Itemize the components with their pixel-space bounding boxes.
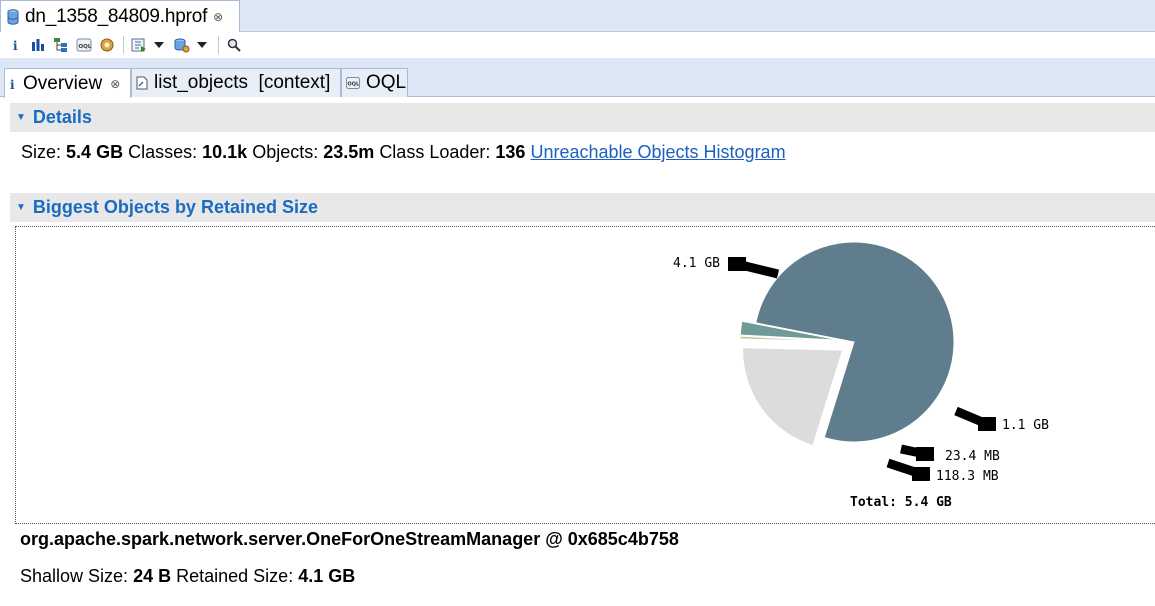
editor-tab-heap-dump[interactable]: dn_1358_84809.hprof ⊗	[0, 0, 240, 33]
close-icon[interactable]: ⊗	[110, 77, 120, 91]
selected-object-sizes: Shallow Size: 24 B Retained Size: 4.1 GB	[20, 566, 355, 587]
collapse-icon[interactable]: ▼	[16, 202, 26, 213]
classloader-value: 136	[495, 142, 526, 162]
oql-icon: OQL	[346, 76, 360, 90]
slice-label-marker	[978, 417, 996, 431]
oql-icon[interactable]: OQL	[75, 36, 93, 54]
slice-label: 23.4 MB	[945, 449, 1000, 464]
close-icon[interactable]: ⊗	[213, 10, 223, 24]
tab-list-objects[interactable]: list_objects [context]	[131, 68, 341, 97]
details-section-header[interactable]: ▼ Details	[10, 103, 1155, 132]
histogram-icon[interactable]	[29, 36, 47, 54]
tab-oql[interactable]: OQL OQL	[341, 68, 408, 97]
slice-label: 118.3 MB	[936, 469, 999, 484]
toolbar-spacer	[0, 58, 1155, 66]
toolbar-separator	[123, 36, 124, 54]
biggest-objects-section-header[interactable]: ▼ Biggest Objects by Retained Size	[10, 193, 1155, 222]
slice-label: 4.1 GB	[673, 256, 720, 271]
slice-label-marker	[728, 257, 746, 271]
retained-size-pie-chart[interactable]: 4.1 GB 1.1 GB 23.4 MB 118.3 MB Total: 5.4 GB	[15, 226, 1155, 524]
classloader-label: Class Loader:	[379, 142, 491, 162]
slice-label: 1.1 GB	[1002, 418, 1049, 433]
shallow-size-value: 24 B	[133, 566, 172, 586]
slice-label-marker	[916, 447, 934, 461]
tab-label: Overview	[23, 72, 103, 94]
thread-overview-icon[interactable]	[98, 36, 116, 54]
svg-text:OQL: OQL	[348, 82, 361, 88]
query-browser-icon[interactable]	[173, 36, 191, 54]
section-title: Details	[32, 107, 92, 127]
database-icon	[7, 9, 19, 25]
dominator-tree-icon[interactable]	[52, 36, 70, 54]
list-icon	[136, 76, 148, 90]
size-label: Size:	[21, 142, 62, 162]
retained-size-label: Retained Size:	[176, 566, 294, 586]
objects-label: Objects:	[252, 142, 319, 162]
shallow-size-label: Shallow Size:	[20, 566, 129, 586]
objects-value: 23.5m	[323, 142, 375, 162]
retained-size-value: 4.1 GB	[298, 566, 356, 586]
svg-text:i: i	[10, 78, 15, 91]
editor-tab-title: dn_1358_84809.hprof	[25, 6, 208, 27]
pie-chart-canvas[interactable]: 4.1 GB 1.1 GB 23.4 MB 118.3 MB Total: 5.4 GB	[16, 227, 1155, 525]
report-tabs: i Overview ⊗ list_objects [context] OQL …	[0, 66, 1155, 98]
info-icon: i	[9, 77, 17, 91]
section-title: Biggest Objects by Retained Size	[32, 197, 318, 217]
pie-total-label: Total: 5.4 GB	[850, 495, 952, 510]
selected-object-name: org.apache.spark.network.server.OneForOn…	[20, 529, 679, 549]
classes-value: 10.1k	[202, 142, 248, 162]
chevron-down-icon[interactable]	[153, 36, 165, 54]
collapse-icon[interactable]: ▼	[16, 112, 26, 123]
unreachable-histogram-link[interactable]: Unreachable Objects Histogram	[530, 142, 785, 162]
tab-label: OQL	[366, 72, 407, 93]
svg-text:i: i	[13, 39, 18, 52]
details-summary: Size: 5.4 GB Classes: 10.1k Objects: 23.…	[21, 142, 786, 163]
tab-overview[interactable]: i Overview ⊗	[4, 68, 131, 98]
toolbar: i OQL	[0, 32, 1155, 58]
tab-label: list_objects [context]	[154, 72, 331, 93]
search-icon[interactable]	[225, 36, 243, 54]
slice-label-marker	[912, 467, 930, 481]
chevron-down-icon[interactable]	[196, 36, 208, 54]
toolbar-separator	[218, 36, 219, 54]
info-icon[interactable]: i	[6, 36, 24, 54]
size-value: 5.4 GB	[66, 142, 124, 162]
classes-label: Classes:	[128, 142, 198, 162]
editor-tab-strip: dn_1358_84809.hprof ⊗	[0, 0, 1155, 33]
run-report-icon[interactable]	[130, 36, 148, 54]
svg-text:OQL: OQL	[79, 44, 92, 50]
